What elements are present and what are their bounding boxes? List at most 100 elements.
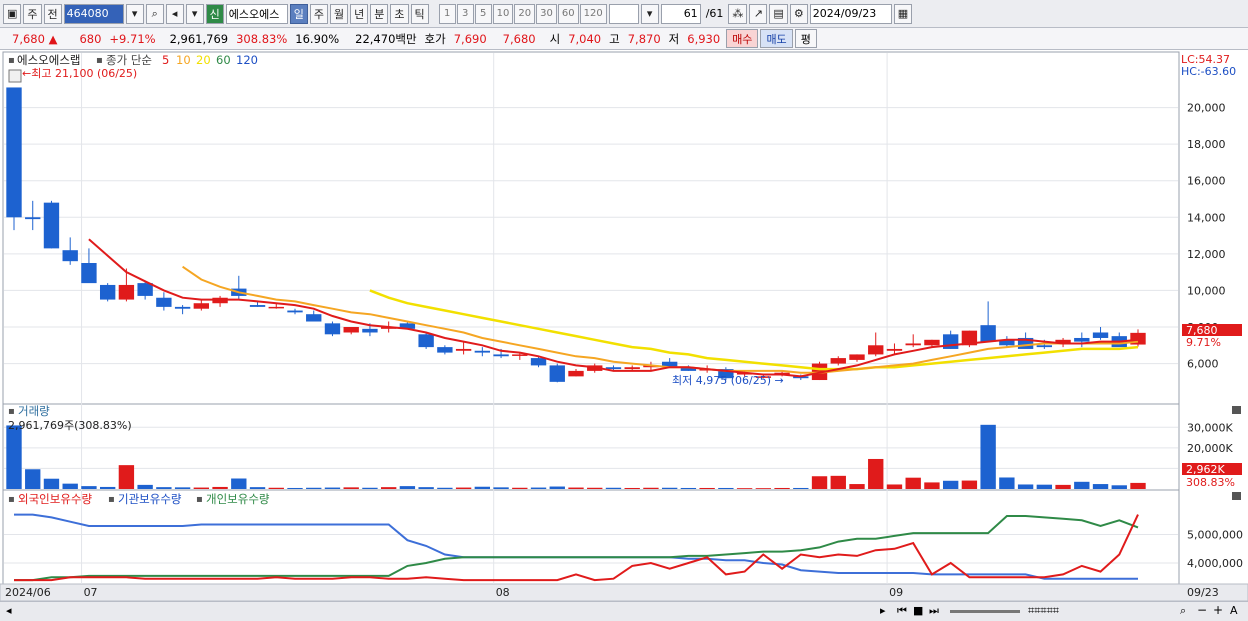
candle-body [99, 284, 116, 300]
volume-bar [1017, 484, 1034, 489]
candle-body [362, 328, 378, 333]
window-layout-icon[interactable]: ▣ [3, 3, 22, 24]
candle-body [455, 348, 472, 351]
new-listing-badge: 신 [205, 3, 224, 24]
x-axis-label: 08 [496, 586, 510, 599]
volume-bar [25, 469, 41, 489]
chart-area[interactable]: 20,00018,00016,00014,00012,00010,0008,00… [0, 51, 1248, 621]
search-icon[interactable]: ⌕ [145, 3, 164, 24]
x-axis-label: 07 [84, 586, 98, 599]
interval-number-button[interactable]: 10 [492, 3, 514, 24]
zoom-in-icon[interactable]: + [1213, 603, 1223, 617]
price-axis-tick: 12,000 [1187, 248, 1226, 261]
last-pct-tag-text: 9.71% [1186, 336, 1221, 349]
volume-bar [530, 487, 547, 489]
display-count-total: /61 [705, 7, 724, 20]
play-back-icon[interactable]: ⏮ [897, 604, 907, 618]
volume-bar [249, 487, 266, 489]
stop-icon[interactable]: ■ [913, 604, 923, 617]
candle-body [324, 323, 341, 335]
price-change-pct: +9.71% [109, 31, 156, 46]
candle-body [306, 314, 322, 322]
scroll-right-icon[interactable]: ▸ [880, 604, 886, 617]
legend-ma120: 120 [236, 53, 258, 67]
candle-body [1036, 345, 1053, 348]
speaker-dropdown-icon[interactable]: ▾ [185, 3, 204, 24]
volume-bar [1074, 481, 1090, 489]
volume-title: 거래량 [18, 404, 50, 418]
speaker-icon[interactable]: ◂ [165, 3, 184, 24]
interval-number-button[interactable]: 3 [456, 3, 474, 24]
volume-bar [830, 475, 846, 489]
legend-ma60: 60 [216, 53, 231, 67]
interval-number-button[interactable]: 30 [536, 3, 557, 24]
interval-number-button[interactable]: 1 [438, 3, 456, 24]
bid-price-1: 7,690 [453, 31, 487, 46]
volume-bar [362, 487, 378, 489]
drawing-tools-icon[interactable]: ⌗⌗⌗⌗⌗ [1028, 604, 1059, 618]
market-select[interactable]: 전 [43, 3, 62, 24]
display-count-input[interactable]: 61 [660, 3, 701, 24]
interval-number-button[interactable]: 20 [514, 3, 536, 24]
volume-bar [868, 458, 884, 489]
draw-tool-icon[interactable]: ↗ [749, 3, 768, 24]
legend-bullet: ▪ [196, 494, 203, 505]
candle-body [905, 343, 921, 346]
legend-institution: 기관보유수량 [118, 492, 182, 506]
legend-foreign: 외국인보유수량 [18, 492, 92, 506]
calendar-icon[interactable]: ▦ [893, 3, 913, 24]
volume-bar [793, 487, 809, 489]
volume-bar [6, 425, 22, 489]
code-dropdown-icon[interactable]: ▾ [125, 3, 144, 24]
period-tab[interactable]: 초 [390, 3, 409, 24]
volume-bar [755, 488, 772, 489]
chart-scroll-bar[interactable]: ◂ ▸ ⏮ ■ ⏭ ⌗⌗⌗⌗⌗ ⌕ − + A [0, 601, 1248, 621]
period-tab[interactable]: 틱 [410, 3, 429, 24]
period-tab[interactable]: 일 [289, 3, 308, 24]
interval-dropdown-icon[interactable]: ▾ [640, 3, 659, 24]
play-forward-icon[interactable]: ⏭ [929, 604, 939, 618]
candle-body [1074, 337, 1090, 342]
volume-bar [1092, 484, 1109, 489]
custom-interval-input[interactable] [608, 3, 639, 24]
stock-code-input[interactable]: 464080 [63, 3, 124, 24]
period-tab[interactable]: 월 [330, 3, 349, 24]
font-size-icon[interactable]: A [1230, 604, 1238, 617]
volume-bar [43, 478, 60, 489]
period-tab[interactable]: 년 [350, 3, 369, 24]
calendar-icon[interactable] [8, 69, 22, 83]
zoom-out-icon[interactable]: − [1197, 603, 1207, 617]
period-tab[interactable]: 분 [370, 3, 389, 24]
current-price: 7,680 ▲ [12, 31, 58, 46]
volume-note: 2,961,769주(308.83%) [8, 419, 132, 432]
zoom-slider[interactable] [950, 610, 1020, 613]
volume-bar [174, 487, 191, 489]
candle-body [605, 367, 622, 370]
volume-bar [661, 487, 678, 489]
zoom-icon[interactable]: ⌕ [1180, 604, 1186, 618]
candle-body [81, 263, 97, 284]
maximize-volume-icon[interactable] [1232, 406, 1241, 414]
gear-icon[interactable]: ⚙ [789, 3, 808, 24]
trade-amount: 22,470백만 [355, 31, 417, 46]
interval-number-button[interactable]: 120 [579, 3, 607, 24]
date-input[interactable]: 2024/09/23 [809, 3, 892, 24]
sell-button[interactable]: 매도 [760, 29, 793, 48]
interval-number-button[interactable]: 5 [474, 3, 492, 24]
chart-type-select[interactable]: 주 [23, 3, 42, 24]
candle-body [549, 365, 565, 382]
candle-body [568, 370, 584, 377]
volume-bar [942, 480, 959, 489]
price-change: 680 [79, 31, 102, 46]
period-tab[interactable]: 주 [309, 3, 329, 24]
stock-chart[interactable]: 20,00018,00016,00014,00012,00010,0008,00… [0, 51, 1248, 602]
save-icon[interactable]: ▤ [769, 3, 788, 24]
buy-button[interactable]: 매수 [726, 29, 759, 48]
average-button[interactable]: 평 [794, 29, 817, 48]
maximize-holdings-icon[interactable] [1232, 492, 1241, 500]
compare-icon[interactable]: ⁂ [728, 3, 748, 24]
scroll-left-icon[interactable]: ◂ [6, 604, 12, 617]
interval-number-button[interactable]: 60 [557, 3, 579, 24]
volume-bar [231, 478, 247, 489]
last-volume-pct-text: 308.83% [1186, 476, 1235, 489]
